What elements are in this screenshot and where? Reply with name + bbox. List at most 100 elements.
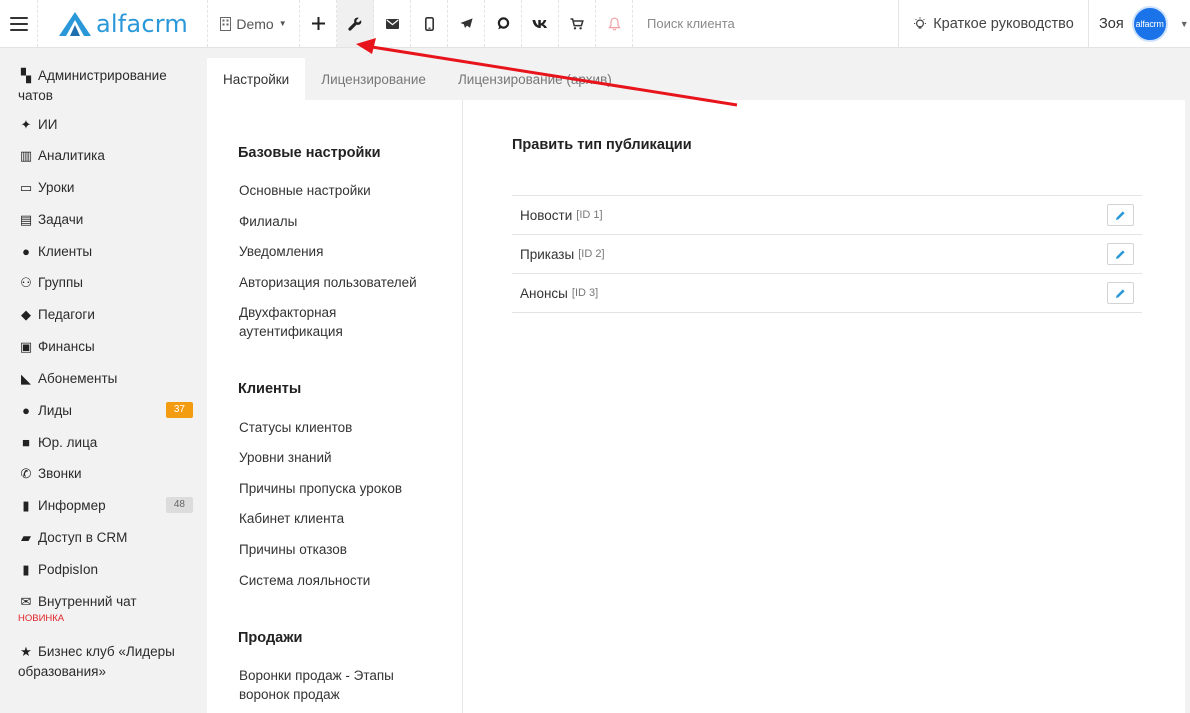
pencil-icon <box>1116 210 1125 220</box>
pencil-icon <box>1116 288 1125 298</box>
nav-group-title-clients: Клиенты <box>238 381 302 397</box>
sidebar-item-label: Доступ в CRM <box>38 530 128 545</box>
nav-link-branches[interactable]: Филиалы <box>239 212 439 231</box>
chat-icon <box>497 17 509 30</box>
add-button[interactable] <box>300 0 337 47</box>
sms-button[interactable] <box>411 0 448 47</box>
page-title: Править тип публикации <box>512 137 692 153</box>
briefcase-icon: ■ <box>22 435 30 450</box>
settings-button[interactable] <box>337 0 374 47</box>
sidebar: ▚ Администрирование чатов ✦ ИИ ▥ Аналитика … <box>0 48 207 713</box>
chevron-down-icon: ▼ <box>1179 18 1189 29</box>
informer-count-badge: 48 <box>165 497 193 513</box>
edit-button[interactable] <box>1107 204 1134 226</box>
publication-type-id: [ID 3] <box>571 287 599 299</box>
tab-licensing[interactable]: Лицензирование <box>305 58 442 100</box>
nav-link-skip-reasons[interactable]: Причины пропуска уроков <box>239 479 439 498</box>
sidebar-item-tasks[interactable]: ▤ Задачи <box>0 210 207 230</box>
edit-button[interactable] <box>1107 243 1134 265</box>
user-plus-icon: ● <box>22 403 30 418</box>
hamburger-icon <box>9 16 28 31</box>
table-row: Анонсы [ID 3] <box>512 274 1142 313</box>
nav-link-rejection-reasons[interactable]: Причины отказов <box>239 540 439 559</box>
vk-button[interactable] <box>522 0 559 47</box>
nav-link-notifications[interactable]: Уведомления <box>239 242 439 261</box>
table-row: Новости [ID 1] <box>512 196 1142 235</box>
nav-link-user-auth[interactable]: Авторизация пользователей <box>239 273 439 292</box>
sidebar-item-subscriptions[interactable]: ◣ Абонементы <box>0 369 207 389</box>
nav-link-client-statuses[interactable]: Статусы клиентов <box>239 418 439 437</box>
sidebar-item-ai[interactable]: ✦ ИИ <box>0 115 207 135</box>
envelope-icon: ✉ <box>20 594 32 609</box>
settings-panel: Базовые настройки Основные настройки Фил… <box>207 100 1185 713</box>
sidebar-item-analytics[interactable]: ▥ Аналитика <box>0 146 207 166</box>
account-dropdown[interactable]: Demo ▼ <box>208 0 300 47</box>
sidebar-item-label: Задачи <box>38 212 84 227</box>
mail-button[interactable] <box>374 0 411 47</box>
sidebar-item-label: ИИ <box>38 117 58 132</box>
avatar[interactable]: alfacrm <box>1131 5 1168 42</box>
sidebar-item-teachers[interactable]: ◆ Педагоги <box>0 305 207 325</box>
nav-link-2fa[interactable]: Двухфакторная аутентификация <box>239 303 369 341</box>
sidebar-item-lessons[interactable]: ▭ Уроки <box>0 178 207 198</box>
envelope-icon <box>385 18 399 29</box>
nav-link-main-settings[interactable]: Основные настройки <box>239 181 439 200</box>
sparkle-icon: ✦ <box>20 117 32 132</box>
bell-icon <box>607 17 621 31</box>
sidebar-item-internal-chat[interactable]: ✉ Внутренний чат НОВИНКА <box>0 592 207 625</box>
mobile-icon <box>424 16 434 31</box>
publication-type-name: Анонсы <box>520 285 568 301</box>
chat-button[interactable] <box>485 0 522 47</box>
logo[interactable]: alfacrm <box>38 0 208 47</box>
nav-link-knowledge-levels[interactable]: Уровни знаний <box>239 448 439 467</box>
plus-icon <box>311 17 325 30</box>
notifications-button[interactable] <box>596 0 633 47</box>
sidebar-item-clients[interactable]: ● Клиенты <box>0 242 207 262</box>
sidebar-item-chat-admin[interactable]: ▚ Администрирование чатов <box>0 66 207 106</box>
sidebar-item-label: Финансы <box>38 339 95 354</box>
telegram-button[interactable] <box>448 0 485 47</box>
cart-icon <box>570 17 584 29</box>
sidebar-item-podpislon[interactable]: ▮ PodpisIon <box>0 560 207 580</box>
sidebar-item-label: Внутренний чат <box>38 594 137 609</box>
sidebar-item-finance[interactable]: ▣ Финансы <box>0 337 207 357</box>
chevron-down-icon: ▼ <box>278 19 287 28</box>
sidebar-item-label: Юр. лица <box>38 435 98 450</box>
table-row: Приказы [ID 2] <box>512 235 1142 274</box>
lock-icon: ▰ <box>21 530 31 545</box>
client-search[interactable] <box>633 0 899 47</box>
tab-licensing-archive[interactable]: Лицензирование (архив) <box>442 58 628 100</box>
sidebar-item-label: Аналитика <box>38 148 105 163</box>
publication-type-id: [ID 1] <box>576 209 603 221</box>
avatar-text: alfacrm <box>1135 18 1164 29</box>
sidebar-item-legal-entities[interactable]: ■ Юр. лица <box>0 433 207 453</box>
edit-button[interactable] <box>1107 282 1134 304</box>
nav-link-client-cabinet[interactable]: Кабинет клиента <box>239 509 439 528</box>
publication-type-name: Приказы <box>520 246 575 262</box>
shop-button[interactable] <box>559 0 596 47</box>
star-icon: ★ <box>20 644 32 659</box>
sidebar-item-calls[interactable]: ✆ Звонки <box>0 464 207 484</box>
users-icon: ⚇ <box>20 275 32 290</box>
top-bar: alfacrm Demo ▼ Поиск клиента Краткое рук… <box>0 0 1190 48</box>
user-name: Зоя <box>1099 15 1124 32</box>
telegram-icon <box>459 18 473 28</box>
sidebar-item-leads[interactable]: ● Лиды 37 <box>0 401 207 421</box>
lightbulb-icon <box>914 16 927 29</box>
nav-link-sales-funnels[interactable]: Воронки продаж - Этапы воронок продаж <box>239 666 414 704</box>
search-input[interactable] <box>647 16 887 31</box>
chats-icon: ▚ <box>21 68 31 83</box>
sidebar-item-label: Бизнес клуб «Лидеры образования» <box>18 644 175 679</box>
tab-settings[interactable]: Настройки <box>207 58 306 100</box>
menu-toggle-button[interactable] <box>0 0 38 47</box>
sidebar-item-crm-access[interactable]: ▰ Доступ в CRM <box>0 528 207 548</box>
nav-link-loyalty-system[interactable]: Система лояльности <box>239 571 439 590</box>
user-menu[interactable]: Зоя alfacrm ▼ <box>1089 0 1190 47</box>
sidebar-item-groups[interactable]: ⚇ Группы <box>0 273 207 293</box>
sidebar-item-label: Педагоги <box>38 307 95 322</box>
book-icon: ▮ <box>22 498 30 513</box>
sidebar-item-informer[interactable]: ▮ Информер 48 <box>0 496 207 516</box>
phone-icon: ✆ <box>20 466 32 481</box>
guide-button[interactable]: Краткое руководство <box>899 0 1089 47</box>
sidebar-item-business-club[interactable]: ★ Бизнес клуб «Лидеры образования» <box>0 642 207 682</box>
